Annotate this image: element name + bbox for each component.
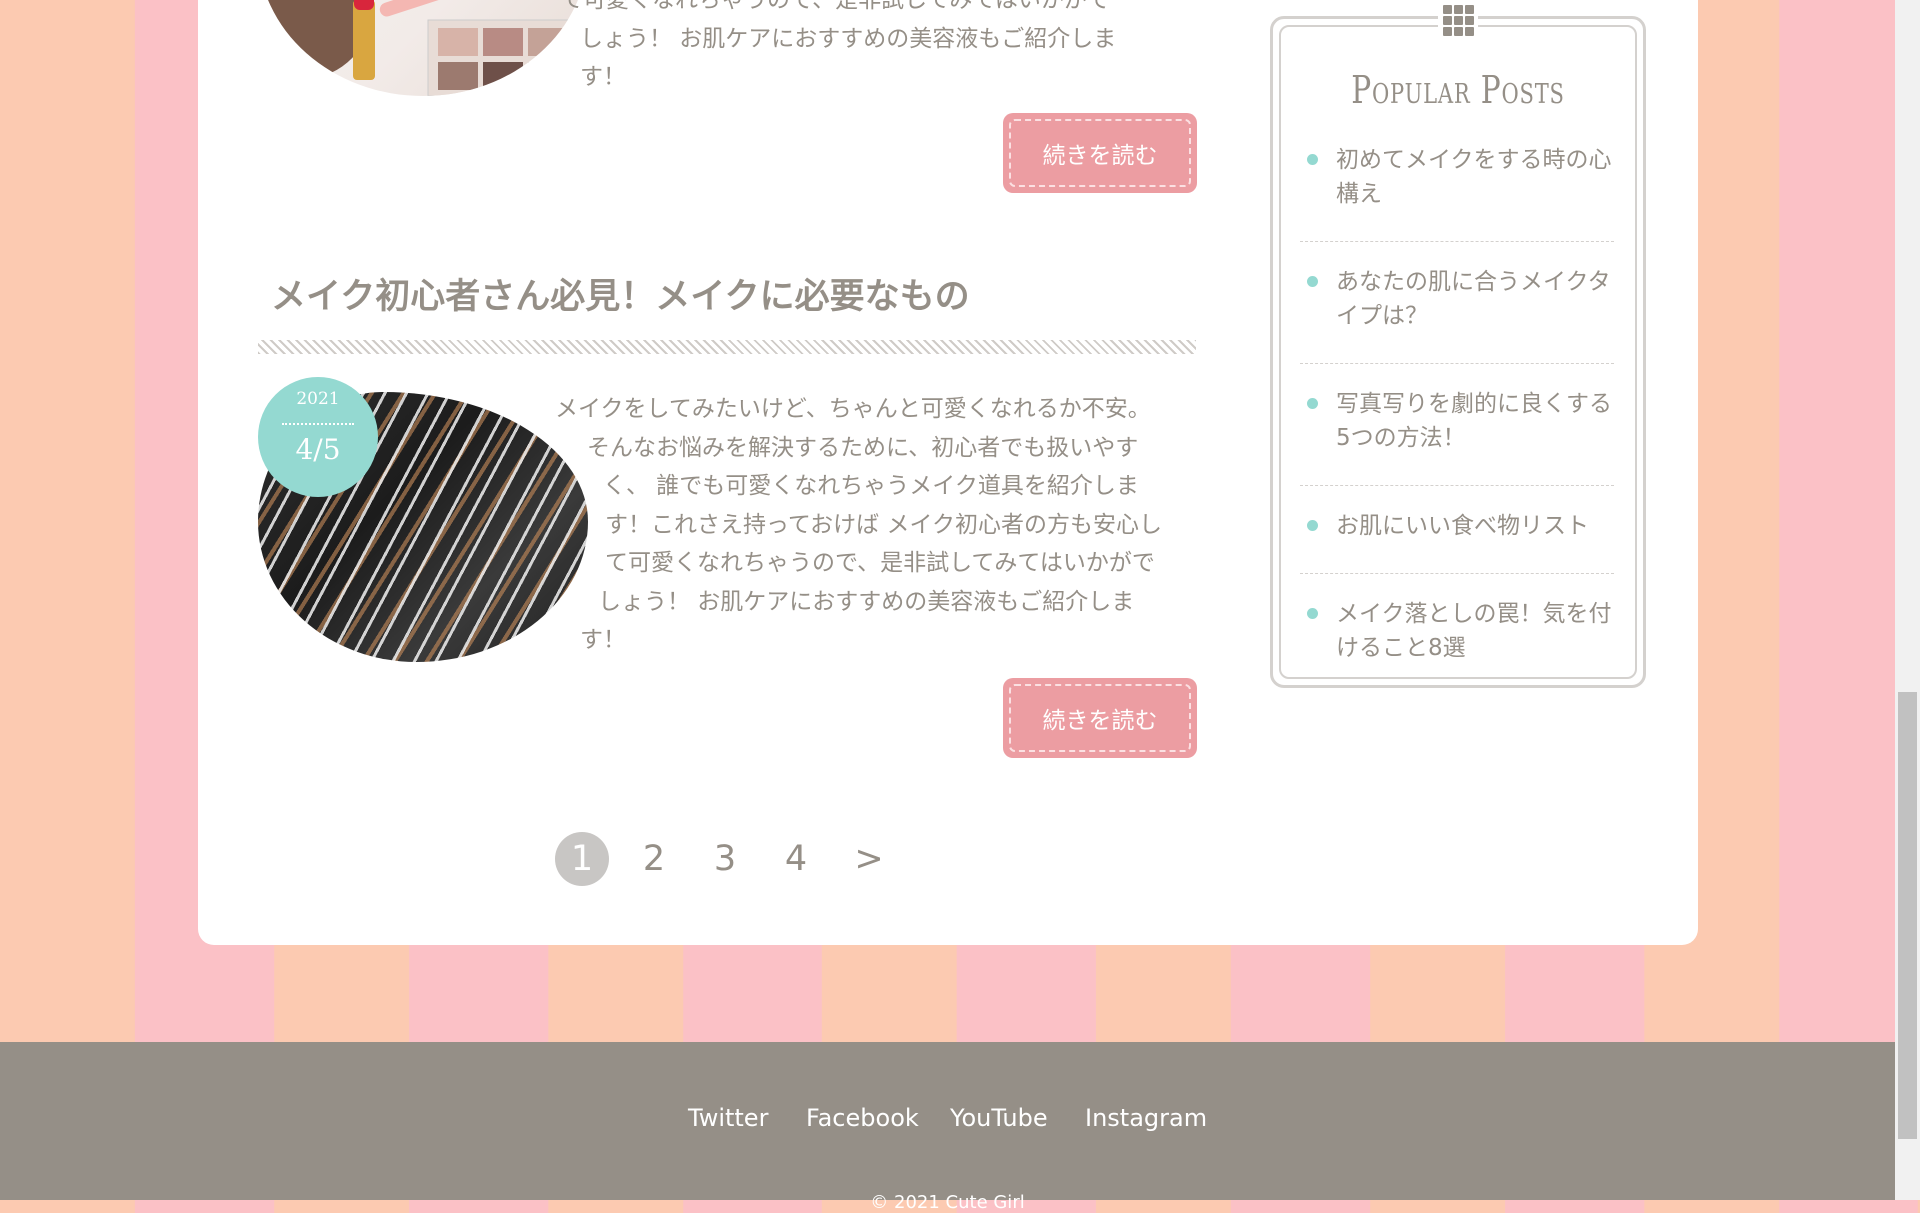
popular-post-link[interactable]: 初めてメイクをする時の心構え (1336, 147, 1612, 207)
date-year: 2021 (296, 389, 340, 409)
date-badge: 2021 4/5 (258, 377, 378, 497)
popular-post-link[interactable]: お肌にいい食べ物リスト (1336, 513, 1589, 539)
title-divider (258, 340, 1196, 354)
page-3-link[interactable]: 3 (698, 832, 752, 886)
read-more-button[interactable]: 続きを読む (1003, 678, 1197, 758)
footer-link-youtube[interactable]: YouTube (950, 1104, 1048, 1132)
popular-post-link[interactable]: メイク落としの罠！気を付けること8選 (1336, 601, 1612, 661)
page-4-link[interactable]: 4 (769, 832, 823, 886)
popular-post-item[interactable]: あなたの肌に合うメイクタイプは？ (1300, 262, 1614, 364)
excerpt-line: メイクをしてみたいけど、ちゃんと可愛くなれるか不安。 (555, 396, 1151, 422)
popular-post-item[interactable]: 初めてメイクをする時の心構え (1300, 140, 1614, 242)
excerpt-line: す！ (580, 627, 626, 653)
scrollbar-thumb[interactable] (1898, 692, 1917, 1139)
next-page-link[interactable]: > (842, 832, 896, 886)
widget-title: Popular Posts (1351, 68, 1565, 112)
bullet-icon (1307, 520, 1318, 531)
bullet-icon (1307, 608, 1318, 619)
popular-post-link[interactable]: 写真写りを劇的に良くする5つの方法！ (1336, 391, 1612, 451)
excerpt-line: す！これさえ持っておけば メイク初心者の方も安心し (605, 511, 1163, 538)
date-separator (282, 423, 354, 425)
page-scrollbar[interactable] (1895, 0, 1920, 1200)
bullet-icon (1307, 276, 1318, 287)
copyright-text: © 2021 Cute Girl (870, 1192, 1025, 1213)
footer-link-instagram[interactable]: Instagram (1085, 1104, 1207, 1132)
bullet-icon (1307, 154, 1318, 165)
popular-posts-list: 初めてメイクをする時の心構え あなたの肌に合うメイクタイプは？ 写真写りを劇的に… (1300, 140, 1614, 715)
excerpt-line: す！ (580, 64, 626, 90)
read-more-button[interactable]: 続きを読む (1003, 113, 1197, 193)
footer-link-facebook[interactable]: Facebook (806, 1104, 919, 1132)
bullet-icon (1307, 398, 1318, 409)
popular-post-item[interactable]: メイク落としの罠！気を付けること8選 (1300, 594, 1614, 695)
excerpt-line: そんなお悩みを解決するために、初心者でも扱いやす (587, 434, 1139, 461)
read-more-label: 続きを読む (1042, 708, 1158, 734)
post-excerpt: メイクをしてみたいけど、ちゃんと可愛くなれるか不安。 そんなお悩みを解決するため… (555, 390, 1195, 660)
grid-icon (1438, 2, 1478, 38)
excerpt-line: しょう！ お肌ケアにおすすめの美容液もご紹介しま (598, 588, 1135, 615)
excerpt-line: て可愛くなれちゃうので、是非試してみてはいかがで (605, 550, 1155, 576)
excerpt-line: しょう！ お肌ケアにおすすめの美容液もご紹介しま (580, 25, 1117, 52)
site-footer: Twitter Facebook YouTube Instagram © 202… (0, 1042, 1895, 1213)
page-2-link[interactable]: 2 (627, 832, 681, 886)
excerpt-line: く、 誰でも可愛くなれちゃうメイク道具を紹介しま (603, 473, 1139, 499)
popular-post-item[interactable]: お肌にいい食べ物リスト (1300, 506, 1614, 574)
popular-post-link[interactable]: あなたの肌に合うメイクタイプは？ (1336, 269, 1611, 329)
date-month-day: 4/5 (295, 433, 341, 466)
popular-post-item[interactable]: 写真写りを劇的に良くする5つの方法！ (1300, 384, 1614, 486)
read-more-label: 続きを読む (1042, 143, 1158, 169)
page-1-current[interactable]: 1 (555, 832, 609, 886)
footer-link-twitter[interactable]: Twitter (688, 1104, 768, 1132)
post-excerpt: て可愛くなれちゃうので、是非試してみてはいかがで しょう！ お肌ケアにおすすめの… (560, 0, 1200, 91)
post-title[interactable]: メイク初心者さん必見！メイクに必要なもの (271, 268, 970, 319)
excerpt-line: て可愛くなれちゃうので、是非試してみてはいかがで (560, 0, 1110, 13)
